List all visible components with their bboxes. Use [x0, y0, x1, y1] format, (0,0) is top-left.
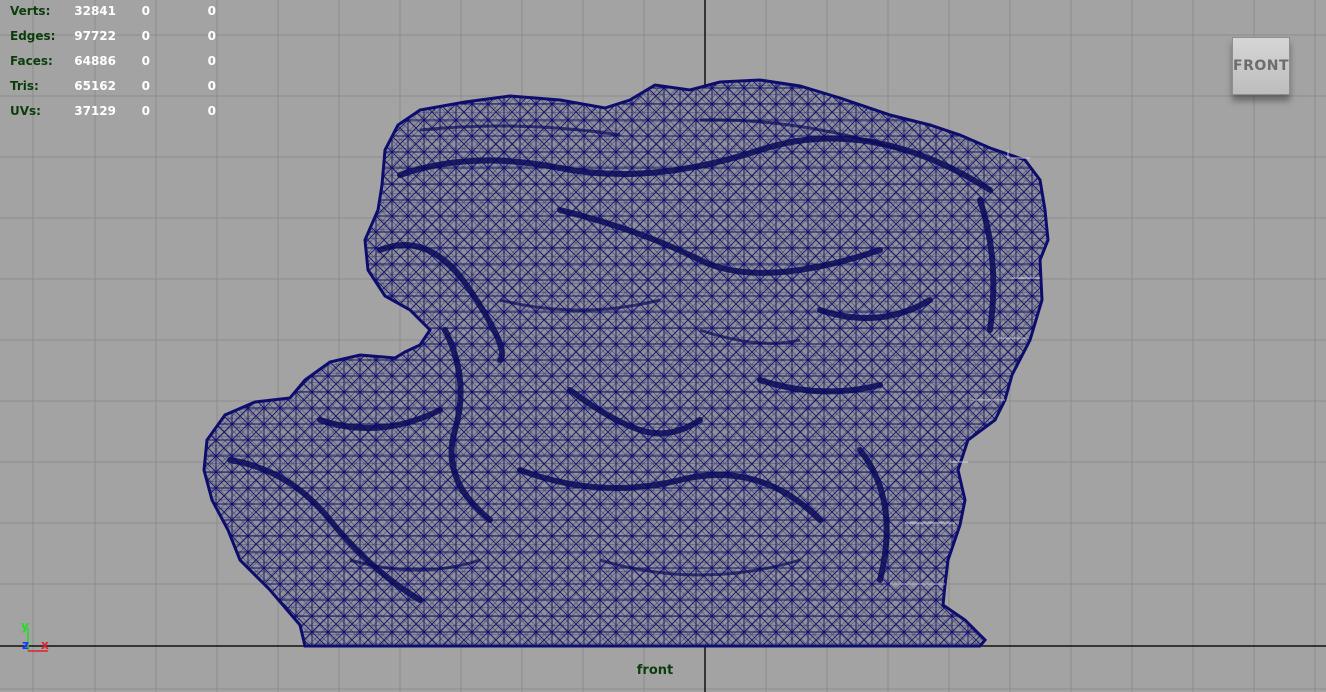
- rock-mesh[interactable]: [202, 78, 1050, 648]
- poly-count-hud: Verts: 32841 0 0 Edges: 97722 0 0 Faces:…: [10, 0, 216, 123]
- hud-value: 32841: [74, 3, 116, 18]
- hud-label: Tris:: [10, 78, 39, 93]
- hud-value: 0: [207, 28, 216, 43]
- hud-value: 0: [207, 103, 216, 118]
- axis-gizmo: y z x: [18, 618, 58, 658]
- hud-label: Edges:: [10, 28, 56, 43]
- axis-label-x: x: [41, 638, 49, 652]
- hud-row-uvs: UVs: 37129 0 0: [10, 98, 216, 123]
- hud-value: 0: [141, 103, 150, 118]
- axis-label-z: z: [22, 638, 29, 652]
- viewport-front[interactable]: Verts: 32841 0 0 Edges: 97722 0 0 Faces:…: [0, 0, 1326, 692]
- view-cube-label: FRONT: [1233, 58, 1290, 74]
- axis-label-y: y: [21, 619, 29, 633]
- hud-value: 0: [207, 3, 216, 18]
- hud-value: 64886: [74, 53, 116, 68]
- hud-value: 0: [141, 53, 150, 68]
- hud-value: 0: [141, 3, 150, 18]
- hud-row-tris: Tris: 65162 0 0: [10, 73, 216, 98]
- view-cube-front[interactable]: FRONT: [1232, 37, 1290, 95]
- hud-label: Faces:: [10, 53, 53, 68]
- hud-row-faces: Faces: 64886 0 0: [10, 48, 216, 73]
- hud-value: 37129: [74, 103, 116, 118]
- hud-value: 0: [207, 78, 216, 93]
- hud-value: 65162: [74, 78, 116, 93]
- hud-label: Verts:: [10, 3, 51, 18]
- hud-value: 97722: [74, 28, 116, 43]
- hud-row-edges: Edges: 97722 0 0: [10, 23, 216, 48]
- hud-row-verts: Verts: 32841 0 0: [10, 0, 216, 23]
- hud-value: 0: [141, 78, 150, 93]
- hud-label: UVs:: [10, 103, 41, 118]
- hud-value: 0: [207, 53, 216, 68]
- camera-name-label: front: [636, 663, 674, 678]
- hud-value: 0: [141, 28, 150, 43]
